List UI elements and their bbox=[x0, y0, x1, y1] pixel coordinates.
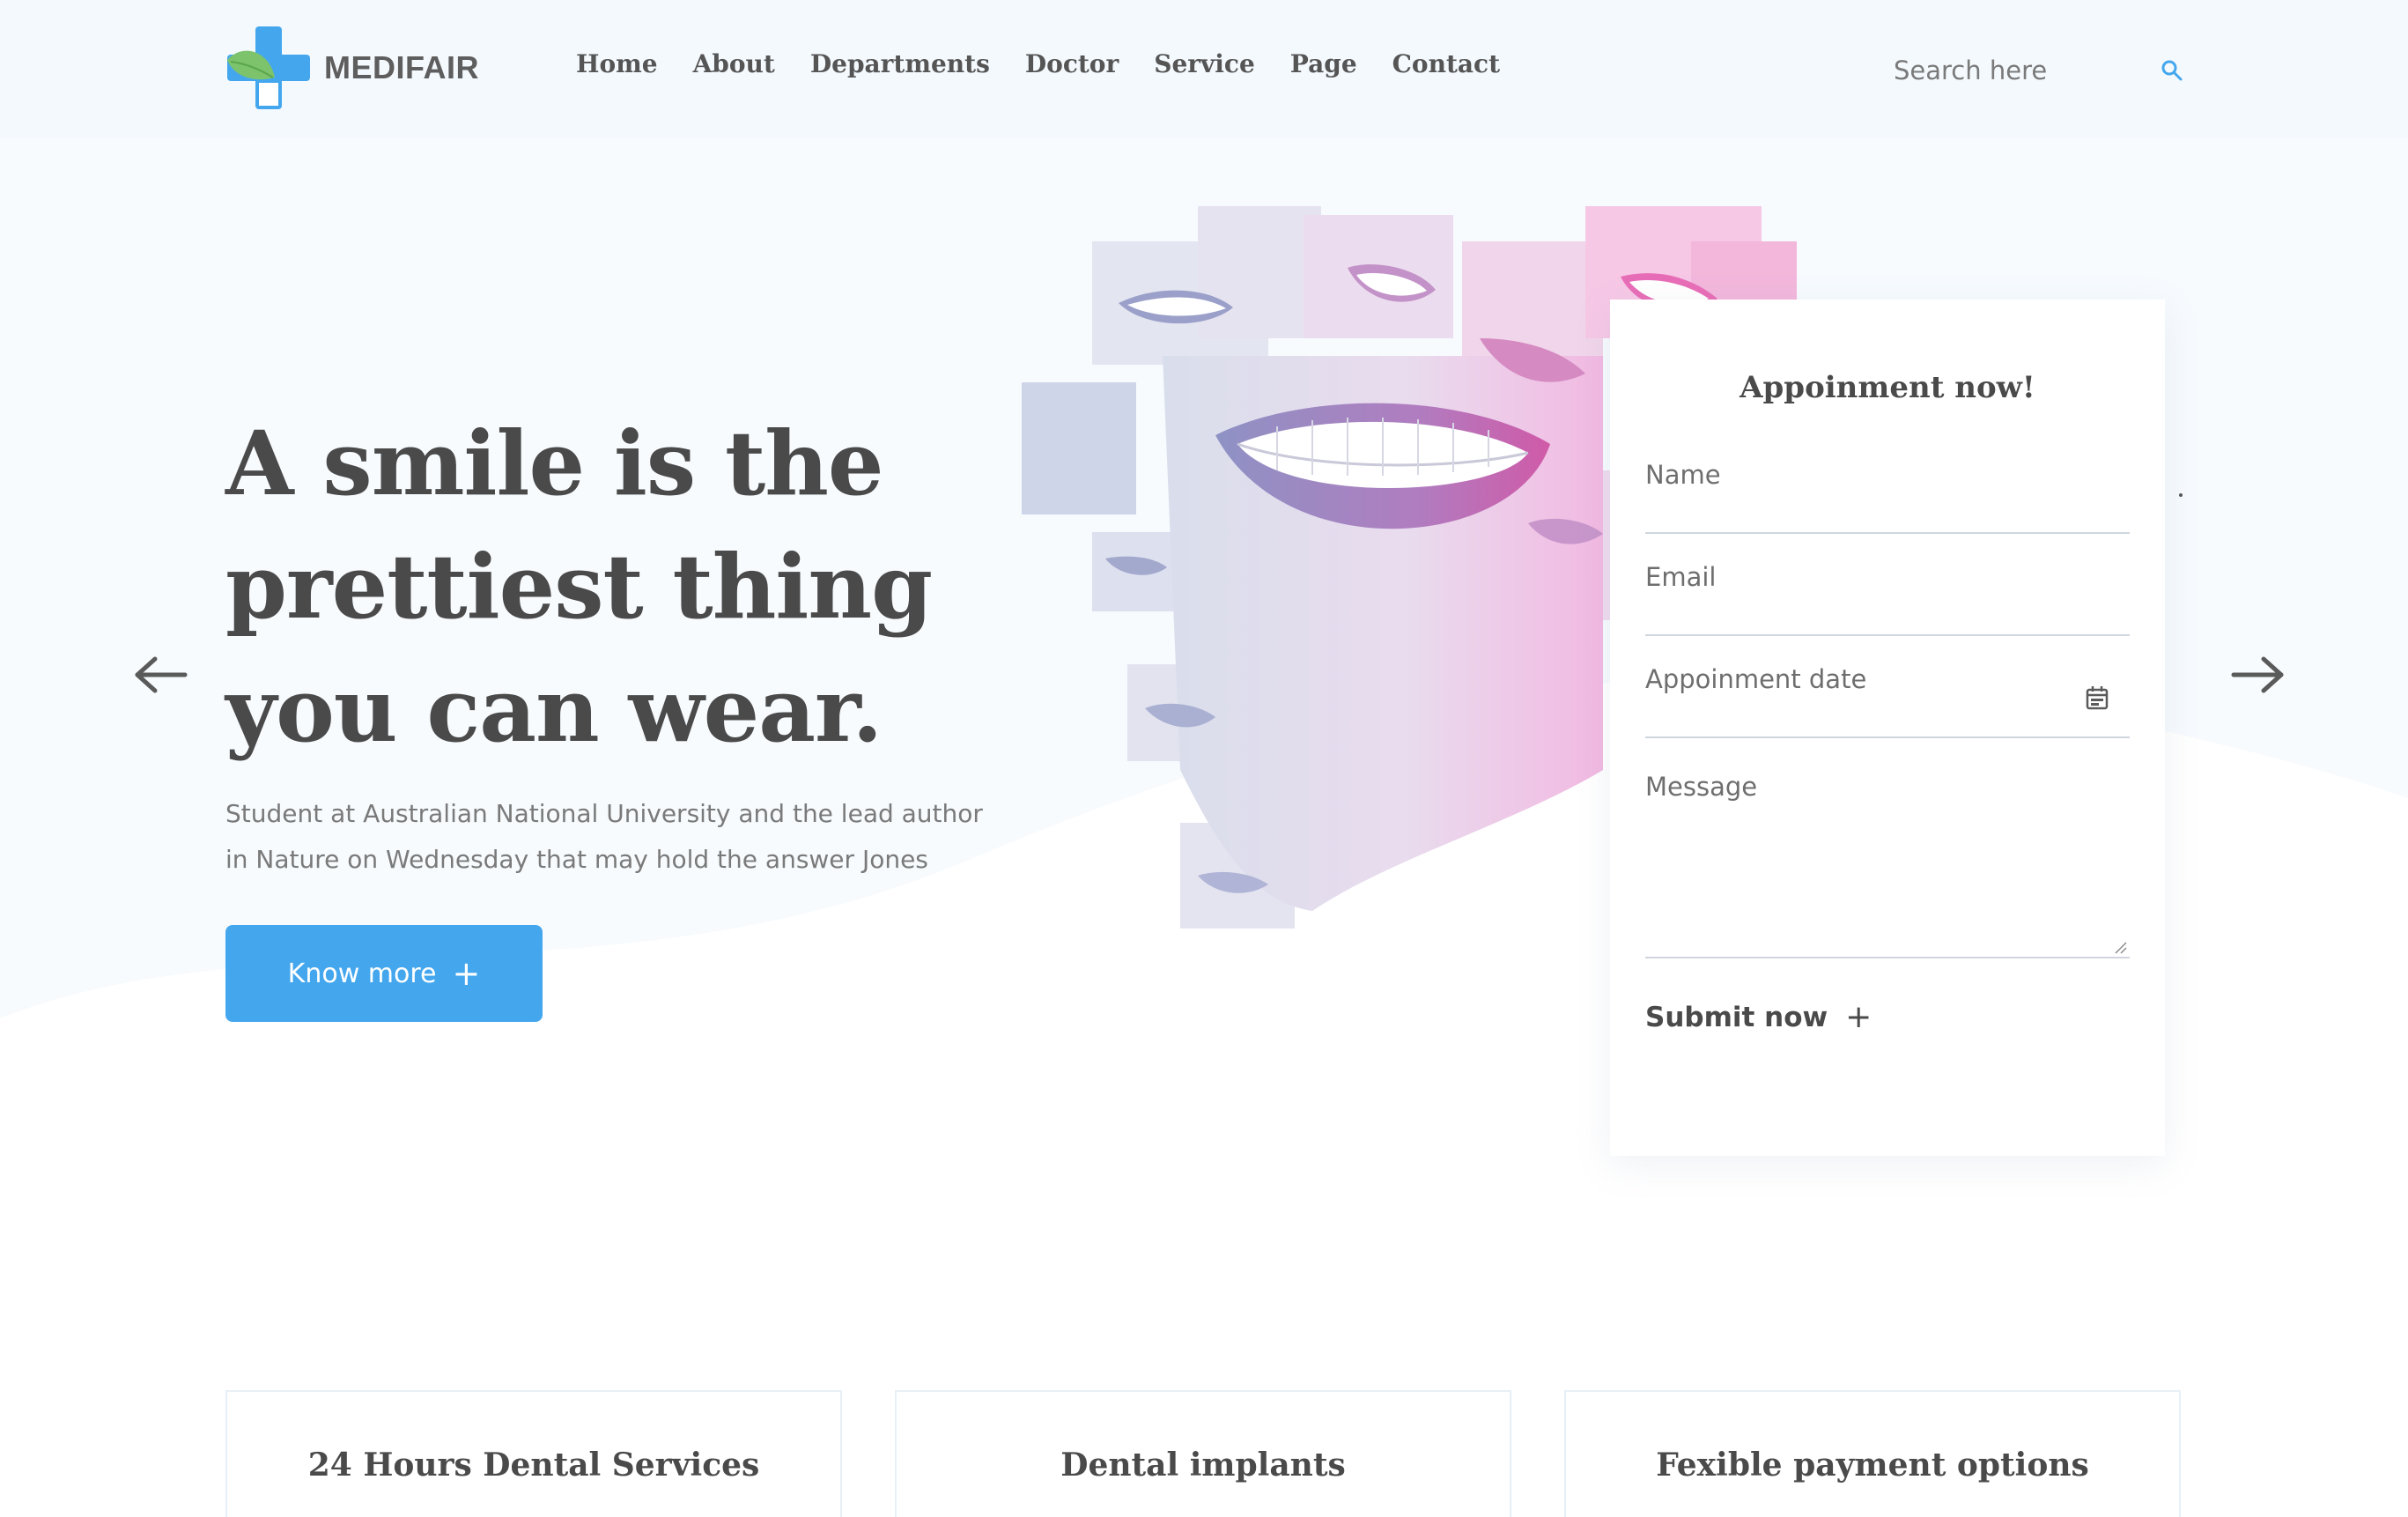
nav-departments[interactable]: Departments bbox=[810, 49, 990, 78]
submit-button[interactable]: Submit now + bbox=[1645, 999, 1872, 1035]
email-placeholder: Email bbox=[1645, 562, 1717, 592]
feature-card[interactable]: Dental implants bbox=[895, 1390, 1511, 1517]
name-field[interactable]: Name bbox=[1645, 432, 2130, 534]
hero-subtitle-line: in Nature on Wednesday that may hold the… bbox=[225, 845, 928, 874]
feature-card-title: Dental implants bbox=[1060, 1447, 1346, 1484]
nav-service[interactable]: Service bbox=[1154, 49, 1255, 78]
nav-home[interactable]: Home bbox=[576, 49, 658, 78]
arrow-right-icon[interactable] bbox=[2230, 655, 2285, 694]
hero-title: A smile is the prettiest thing you can w… bbox=[225, 402, 1018, 772]
main-nav: Home About Departments Doctor Service Pa… bbox=[576, 49, 1500, 78]
search-input[interactable] bbox=[1894, 48, 2149, 93]
nav-page[interactable]: Page bbox=[1290, 49, 1357, 78]
logo[interactable]: MEDIFAIR bbox=[225, 25, 479, 111]
message-placeholder: Message bbox=[1645, 772, 1758, 802]
calendar-icon[interactable] bbox=[2086, 685, 2109, 710]
decorative-dot bbox=[2179, 493, 2183, 497]
hero-title-line: prettiest thing bbox=[225, 535, 933, 639]
nav-doctor[interactable]: Doctor bbox=[1025, 49, 1119, 78]
feature-card[interactable]: Fexible payment options bbox=[1564, 1390, 2181, 1517]
know-more-label: Know more bbox=[287, 958, 437, 989]
appointment-form: Appoinment now! Name Email Appoinment da… bbox=[1610, 300, 2165, 1156]
feature-card-title: 24 Hours Dental Services bbox=[307, 1447, 760, 1484]
nav-contact[interactable]: Contact bbox=[1392, 49, 1500, 78]
hero-subtitle: Student at Australian National Universit… bbox=[225, 791, 1018, 883]
hero-title-line: you can wear. bbox=[225, 658, 883, 762]
hero-title-line: A smile is the bbox=[225, 411, 884, 515]
hero-subtitle-line: Student at Australian National Universit… bbox=[225, 799, 983, 828]
plus-icon: + bbox=[452, 954, 481, 993]
site-header: MEDIFAIR Home About Departments Doctor S… bbox=[0, 0, 2408, 137]
feature-card[interactable]: 24 Hours Dental Services bbox=[225, 1390, 842, 1517]
features-row: 24 Hours Dental Services Dental implants… bbox=[225, 1390, 2183, 1517]
know-more-button[interactable]: Know more + bbox=[225, 925, 543, 1022]
nav-about[interactable]: About bbox=[693, 49, 775, 78]
brand-name: MEDIFAIR bbox=[324, 49, 480, 85]
medical-cross-leaf-icon bbox=[227, 26, 310, 109]
email-field[interactable]: Email bbox=[1645, 534, 2130, 636]
appointment-title: Appoinment now! bbox=[1740, 370, 2035, 405]
search-box bbox=[1894, 48, 2184, 93]
arrow-left-icon[interactable] bbox=[134, 655, 188, 694]
resize-handle-icon[interactable] bbox=[2112, 939, 2128, 955]
name-placeholder: Name bbox=[1645, 460, 1721, 490]
submit-label: Submit now bbox=[1645, 1001, 1828, 1033]
message-field[interactable]: Message bbox=[1645, 738, 2130, 958]
feature-card-title: Fexible payment options bbox=[1656, 1447, 2089, 1484]
appointment-date-field[interactable]: Appoinment date bbox=[1645, 636, 2130, 738]
plus-icon: + bbox=[1845, 999, 1872, 1035]
search-icon[interactable] bbox=[2160, 58, 2184, 83]
date-placeholder: Appoinment date bbox=[1645, 664, 1867, 694]
